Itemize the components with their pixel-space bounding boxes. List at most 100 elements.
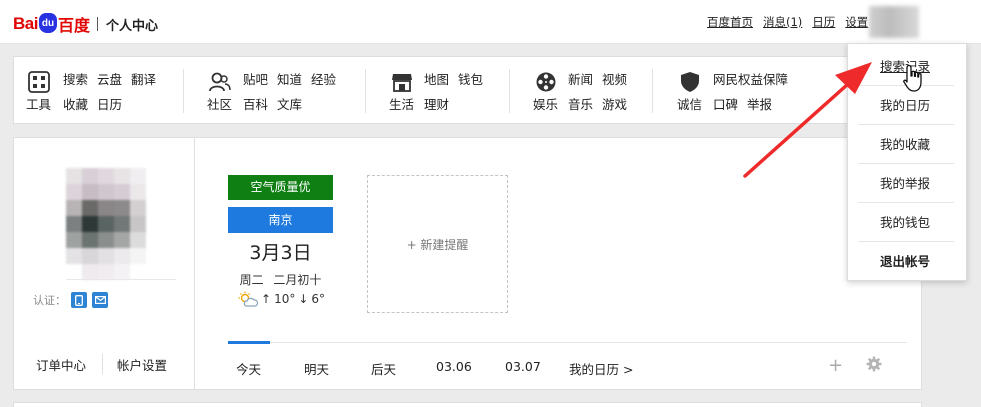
- service-category-tools[interactable]: 工具: [26, 94, 51, 113]
- service-link-wallet[interactable]: 钱包: [458, 69, 483, 88]
- service-link-favorites[interactable]: 收藏: [63, 94, 88, 113]
- order-center-link[interactable]: 订单中心: [36, 355, 86, 374]
- service-row: 新闻 视频: [568, 69, 627, 88]
- service-link-report[interactable]: 举报: [747, 94, 772, 113]
- menu-item-search-history[interactable]: 搜索记录: [858, 47, 954, 86]
- divider: [102, 354, 104, 374]
- air-quality-badge: 空气质量优: [228, 175, 333, 200]
- service-link-baike[interactable]: 百科: [243, 94, 268, 113]
- service-link-cloud[interactable]: 云盘: [97, 69, 122, 88]
- tab-my-calendar[interactable]: 我的日历 >: [569, 359, 633, 378]
- service-link-finance[interactable]: 理财: [424, 94, 449, 113]
- account-settings-link[interactable]: 帐户设置: [117, 355, 167, 374]
- service-link-calendar[interactable]: 日历: [97, 94, 122, 113]
- people-icon: [209, 72, 231, 92]
- menu-item-logout[interactable]: 退出帐号: [858, 242, 954, 281]
- logo-divider: [96, 17, 98, 31]
- main-card: 认证： 订单中心 帐户设置 空气质量优 南京 3月3日 周二 二月初十 ↑ 10…: [13, 137, 922, 390]
- phone-icon[interactable]: [71, 292, 87, 308]
- menu-item-my-calendar[interactable]: 我的日历: [858, 86, 954, 125]
- service-category-trust[interactable]: 诚信: [677, 94, 702, 113]
- service-row: 贴吧 知道 经验: [243, 69, 336, 88]
- profile-panel: 认证： 订单中心 帐户设置: [14, 138, 195, 389]
- lunar-date: 周二 二月初十: [228, 271, 333, 288]
- user-avatar[interactable]: [869, 6, 919, 38]
- temp-low: 6°: [311, 292, 326, 306]
- baidu-logo[interactable]: Bai du 百度 个人中心: [13, 12, 158, 36]
- tab-today[interactable]: 今天: [236, 359, 261, 378]
- settings-dropdown: 搜索记录 我的日历 我的收藏 我的举报 我的钱包 退出帐号: [847, 43, 967, 281]
- shield-icon: [681, 72, 699, 92]
- auth-row: 认证：: [33, 292, 108, 308]
- gear-icon[interactable]: [866, 356, 882, 372]
- service-link-translate[interactable]: 翻译: [131, 69, 156, 88]
- service-link-tieba[interactable]: 贴吧: [243, 69, 268, 88]
- account-links: 订单中心 帐户设置: [36, 354, 167, 374]
- page-title: 个人中心: [105, 18, 158, 34]
- service-link-map[interactable]: 地图: [424, 69, 449, 88]
- divider: [509, 69, 510, 113]
- film-reel-icon: [536, 72, 556, 92]
- tab-0307[interactable]: 03.07: [505, 359, 541, 374]
- lunar-day: 二月初十: [273, 273, 322, 287]
- service-row: 口碑 举报: [713, 94, 772, 113]
- profile-divider: [66, 279, 176, 280]
- service-row: 百科 文库: [243, 94, 302, 113]
- service-link-games[interactable]: 游戏: [602, 94, 627, 113]
- next-card-edge: [13, 402, 922, 407]
- weather: ↑ 10° ↓ 6°: [238, 291, 325, 307]
- nav-link-home[interactable]: 百度首页: [707, 14, 753, 30]
- menu-item-my-reports[interactable]: 我的举报: [858, 164, 954, 203]
- service-category-community[interactable]: 社区: [207, 94, 232, 113]
- service-row: 音乐 游戏: [568, 94, 627, 113]
- down-arrow-icon: ↓: [298, 292, 309, 306]
- service-link-video[interactable]: 视频: [602, 69, 627, 88]
- weekday: 周二: [239, 273, 264, 287]
- nav-link-settings[interactable]: 设置: [845, 14, 868, 30]
- tab-tomorrow[interactable]: 明天: [304, 359, 329, 378]
- logo-cn-text: 百度: [57, 16, 90, 35]
- service-bar: 工具 搜索 云盘 翻译 收藏 日历 社区 贴吧 知道 经验 百科 文库 生活 地…: [13, 56, 922, 124]
- tab-day-after[interactable]: 后天: [371, 359, 396, 378]
- service-category-entertainment[interactable]: 娱乐: [533, 94, 558, 113]
- service-link-zhidao[interactable]: 知道: [277, 69, 302, 88]
- partly-cloudy-icon: [238, 291, 258, 307]
- add-icon[interactable]: +: [828, 355, 843, 376]
- service-link-rights[interactable]: 网民权益保障: [713, 69, 788, 88]
- service-category-life[interactable]: 生活: [389, 94, 414, 113]
- menu-item-my-wallet[interactable]: 我的钱包: [858, 203, 954, 242]
- nav-link-messages[interactable]: 消息(1): [763, 14, 802, 30]
- service-row: 地图 钱包: [424, 69, 483, 88]
- logo-bai-text: Bai: [13, 14, 38, 33]
- service-row: 收藏 日历: [63, 94, 122, 113]
- up-arrow-icon: ↑: [261, 292, 272, 306]
- service-link-wenku[interactable]: 文库: [277, 94, 302, 113]
- active-tab-indicator: [228, 341, 270, 344]
- service-row: 理财: [424, 94, 449, 113]
- service-link-search[interactable]: 搜索: [63, 69, 88, 88]
- top-nav: 百度首页 消息(1) 日历 设置: [707, 14, 868, 30]
- profile-photo[interactable]: [66, 168, 146, 280]
- current-date: 3月3日: [249, 242, 312, 264]
- day-tabs: 今天 明天 后天 03.06 03.07 我的日历 > +: [228, 341, 907, 388]
- divider: [183, 69, 184, 113]
- auth-label: 认证：: [33, 294, 66, 307]
- store-icon: [392, 74, 412, 92]
- temp-high: 10°: [274, 292, 296, 306]
- city-badge[interactable]: 南京: [228, 207, 333, 233]
- calendar-panel: 空气质量优 南京 3月3日 周二 二月初十 ↑ 10° ↓ 6° + 新建提醒 …: [196, 138, 921, 389]
- service-link-music[interactable]: 音乐: [568, 94, 593, 113]
- new-reminder-button[interactable]: + 新建提醒: [367, 175, 508, 313]
- top-bar: Bai du 百度 个人中心 百度首页 消息(1) 日历 设置: [0, 0, 981, 44]
- divider: [365, 69, 366, 113]
- nav-link-calendar[interactable]: 日历: [812, 14, 835, 30]
- service-link-news[interactable]: 新闻: [568, 69, 593, 88]
- service-link-jingyan[interactable]: 经验: [311, 69, 336, 88]
- service-row: 搜索 云盘 翻译: [63, 69, 156, 88]
- tab-0306[interactable]: 03.06: [436, 359, 472, 374]
- email-icon[interactable]: [92, 292, 108, 308]
- paw-icon: du: [38, 13, 57, 33]
- service-row: 网民权益保障: [713, 69, 788, 88]
- menu-item-my-favorites[interactable]: 我的收藏: [858, 125, 954, 164]
- service-link-reputation[interactable]: 口碑: [713, 94, 738, 113]
